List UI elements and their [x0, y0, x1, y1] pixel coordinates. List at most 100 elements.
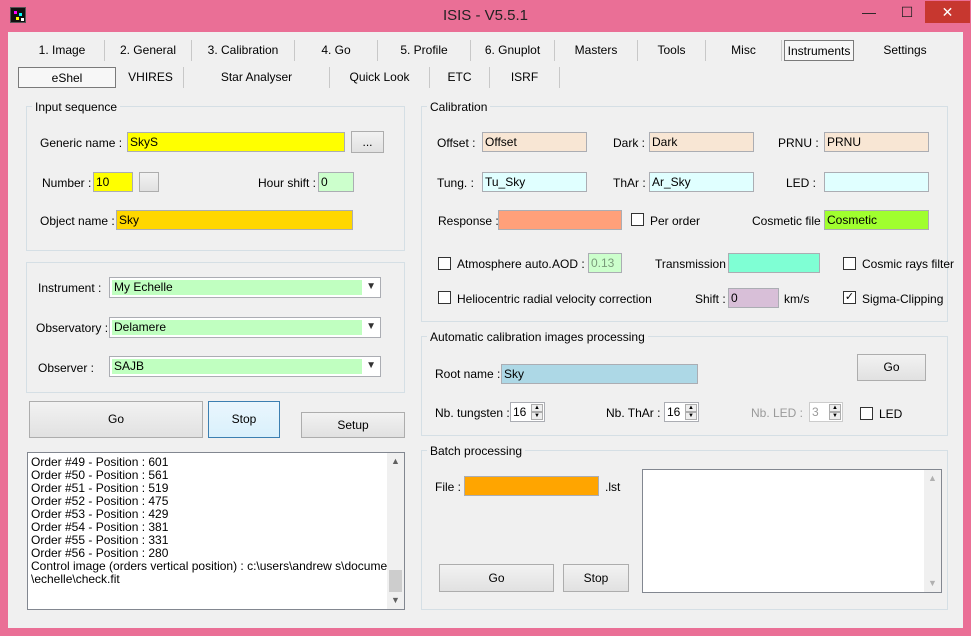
- tung-label: Tung. :: [437, 176, 474, 190]
- nb-led-value: 3: [812, 405, 819, 419]
- response-field[interactable]: [498, 210, 622, 230]
- nb-led-label: Nb. LED :: [751, 406, 804, 420]
- offset-label: Offset :: [437, 136, 476, 150]
- chevron-up-icon[interactable]: ▲: [685, 404, 697, 412]
- number-button[interactable]: [139, 172, 159, 192]
- subtab-eshel[interactable]: eShel: [18, 67, 116, 88]
- aod-label: AOD :: [552, 257, 585, 271]
- tab-instruments[interactable]: Instruments: [784, 40, 854, 61]
- tab-gnuplot[interactable]: 6. Gnuplot: [471, 40, 555, 61]
- browse-button[interactable]: ...: [351, 131, 384, 153]
- file-ext-label: .lst: [605, 480, 621, 494]
- atmosphere-checkbox[interactable]: [438, 257, 451, 270]
- chevron-up-icon[interactable]: ▲: [829, 404, 841, 412]
- nb-thar-label: Nb. ThAr :: [606, 406, 661, 420]
- thar-field[interactable]: Ar_Sky: [649, 172, 754, 192]
- tab-settings[interactable]: Settings: [856, 40, 954, 61]
- tab-tools[interactable]: Tools: [638, 40, 706, 61]
- auto-calib-go-button[interactable]: Go: [857, 354, 926, 381]
- generic-name-field[interactable]: SkyS: [127, 132, 345, 152]
- input-sequence-title: Input sequence: [32, 100, 121, 114]
- go-button[interactable]: Go: [29, 401, 203, 438]
- response-label: Response :: [438, 214, 499, 228]
- dark-field[interactable]: Dark: [649, 132, 754, 152]
- instrument-select[interactable]: My Echelle ▼: [109, 277, 381, 298]
- chevron-down-icon[interactable]: ▼: [685, 412, 697, 420]
- cosmetic-label: Cosmetic file :: [752, 214, 828, 228]
- led-field[interactable]: [824, 172, 929, 192]
- batch-title: Batch processing: [427, 444, 526, 458]
- prnu-field[interactable]: PRNU: [824, 132, 929, 152]
- log-output[interactable]: Order #49 - Position : 601 Order #50 - P…: [27, 452, 405, 610]
- shift-field[interactable]: 0: [728, 288, 779, 308]
- number-label: Number :: [42, 176, 92, 190]
- log-lines: Order #49 - Position : 601 Order #50 - P…: [31, 456, 403, 586]
- chevron-down-icon[interactable]: ▼: [829, 412, 841, 420]
- shift-unit-label: km/s: [784, 292, 810, 306]
- tab-image[interactable]: 1. Image: [20, 40, 105, 61]
- sigma-clipping-label: Sigma-Clipping: [862, 292, 944, 306]
- chevron-up-icon[interactable]: ▲: [531, 404, 543, 412]
- chevron-down-icon[interactable]: ▼: [391, 595, 400, 605]
- subtab-etc[interactable]: ETC: [430, 67, 490, 88]
- subtab-isrf[interactable]: ISRF: [490, 67, 560, 88]
- chevron-down-icon[interactable]: ▼: [531, 412, 543, 420]
- cosmetic-field[interactable]: Cosmetic: [824, 210, 929, 230]
- cosmic-rays-checkbox[interactable]: [843, 257, 856, 270]
- transmission-field[interactable]: [728, 253, 820, 273]
- close-button[interactable]: ✕: [925, 1, 970, 23]
- prnu-label: PRNU :: [778, 136, 819, 150]
- instrument-value: My Echelle: [112, 280, 362, 295]
- observer-value: SAJB: [112, 359, 362, 374]
- led-label: LED :: [786, 176, 817, 190]
- setup-button[interactable]: Setup: [301, 412, 405, 438]
- stop-button[interactable]: Stop: [208, 401, 280, 438]
- scrollbar-thumb[interactable]: [389, 570, 402, 592]
- tab-general[interactable]: 2. General: [105, 40, 192, 61]
- nb-tungsten-stepper[interactable]: 16 ▲ ▼: [510, 402, 545, 422]
- per-order-checkbox[interactable]: [631, 213, 644, 226]
- per-order-label: Per order: [650, 214, 701, 228]
- atmosphere-label: Atmosphere auto.: [457, 257, 552, 271]
- object-name-field[interactable]: Sky: [116, 210, 353, 230]
- batch-list[interactable]: ▲ ▼: [642, 469, 942, 593]
- nb-led-stepper[interactable]: 3 ▲ ▼: [809, 402, 843, 422]
- tab-calibration[interactable]: 3. Calibration: [192, 40, 295, 61]
- tab-misc[interactable]: Misc: [706, 40, 782, 61]
- led-check-label: LED: [879, 407, 903, 421]
- chevron-up-icon[interactable]: ▲: [391, 456, 400, 466]
- batch-file-field[interactable]: [464, 476, 599, 496]
- thar-label: ThAr :: [613, 176, 646, 190]
- helio-checkbox[interactable]: [438, 291, 451, 304]
- tab-go[interactable]: 4. Go: [295, 40, 378, 61]
- subtab-vhires[interactable]: VHIRES: [118, 67, 184, 88]
- hour-shift-field[interactable]: 0: [318, 172, 354, 192]
- subtab-quick-look[interactable]: Quick Look: [330, 67, 430, 88]
- tung-field[interactable]: Tu_Sky: [482, 172, 587, 192]
- tab-profile[interactable]: 5. Profile: [378, 40, 471, 61]
- log-scrollbar[interactable]: ▲ ▼: [387, 453, 404, 609]
- led-checkbox[interactable]: [860, 407, 873, 420]
- chevron-down-icon[interactable]: ▼: [928, 578, 937, 588]
- instrument-label: Instrument :: [38, 281, 102, 295]
- sigma-clipping-checkbox[interactable]: ✓: [843, 291, 856, 304]
- observatory-label: Observatory :: [36, 321, 109, 335]
- batch-go-button[interactable]: Go: [439, 564, 554, 592]
- root-name-field[interactable]: Sky: [501, 364, 698, 384]
- chevron-down-icon: ▼: [366, 321, 376, 332]
- calibration-title: Calibration: [427, 100, 491, 114]
- aod-field[interactable]: 0.13: [588, 253, 622, 273]
- nb-thar-stepper[interactable]: 16 ▲ ▼: [664, 402, 699, 422]
- observatory-select[interactable]: Delamere ▼: [109, 317, 381, 338]
- number-field[interactable]: 10: [93, 172, 133, 192]
- offset-field[interactable]: Offset: [482, 132, 587, 152]
- observer-select[interactable]: SAJB ▼: [109, 356, 381, 377]
- subtab-star-analyser[interactable]: Star Analyser: [184, 67, 330, 88]
- batch-stop-button[interactable]: Stop: [563, 564, 629, 592]
- maximize-button[interactable]: ☐: [894, 1, 920, 23]
- chevron-up-icon[interactable]: ▲: [928, 473, 937, 483]
- transmission-label: Transmission :: [655, 257, 733, 271]
- tab-masters[interactable]: Masters: [555, 40, 638, 61]
- minimize-button[interactable]: —: [856, 1, 882, 23]
- batch-list-scrollbar[interactable]: ▲ ▼: [924, 470, 941, 592]
